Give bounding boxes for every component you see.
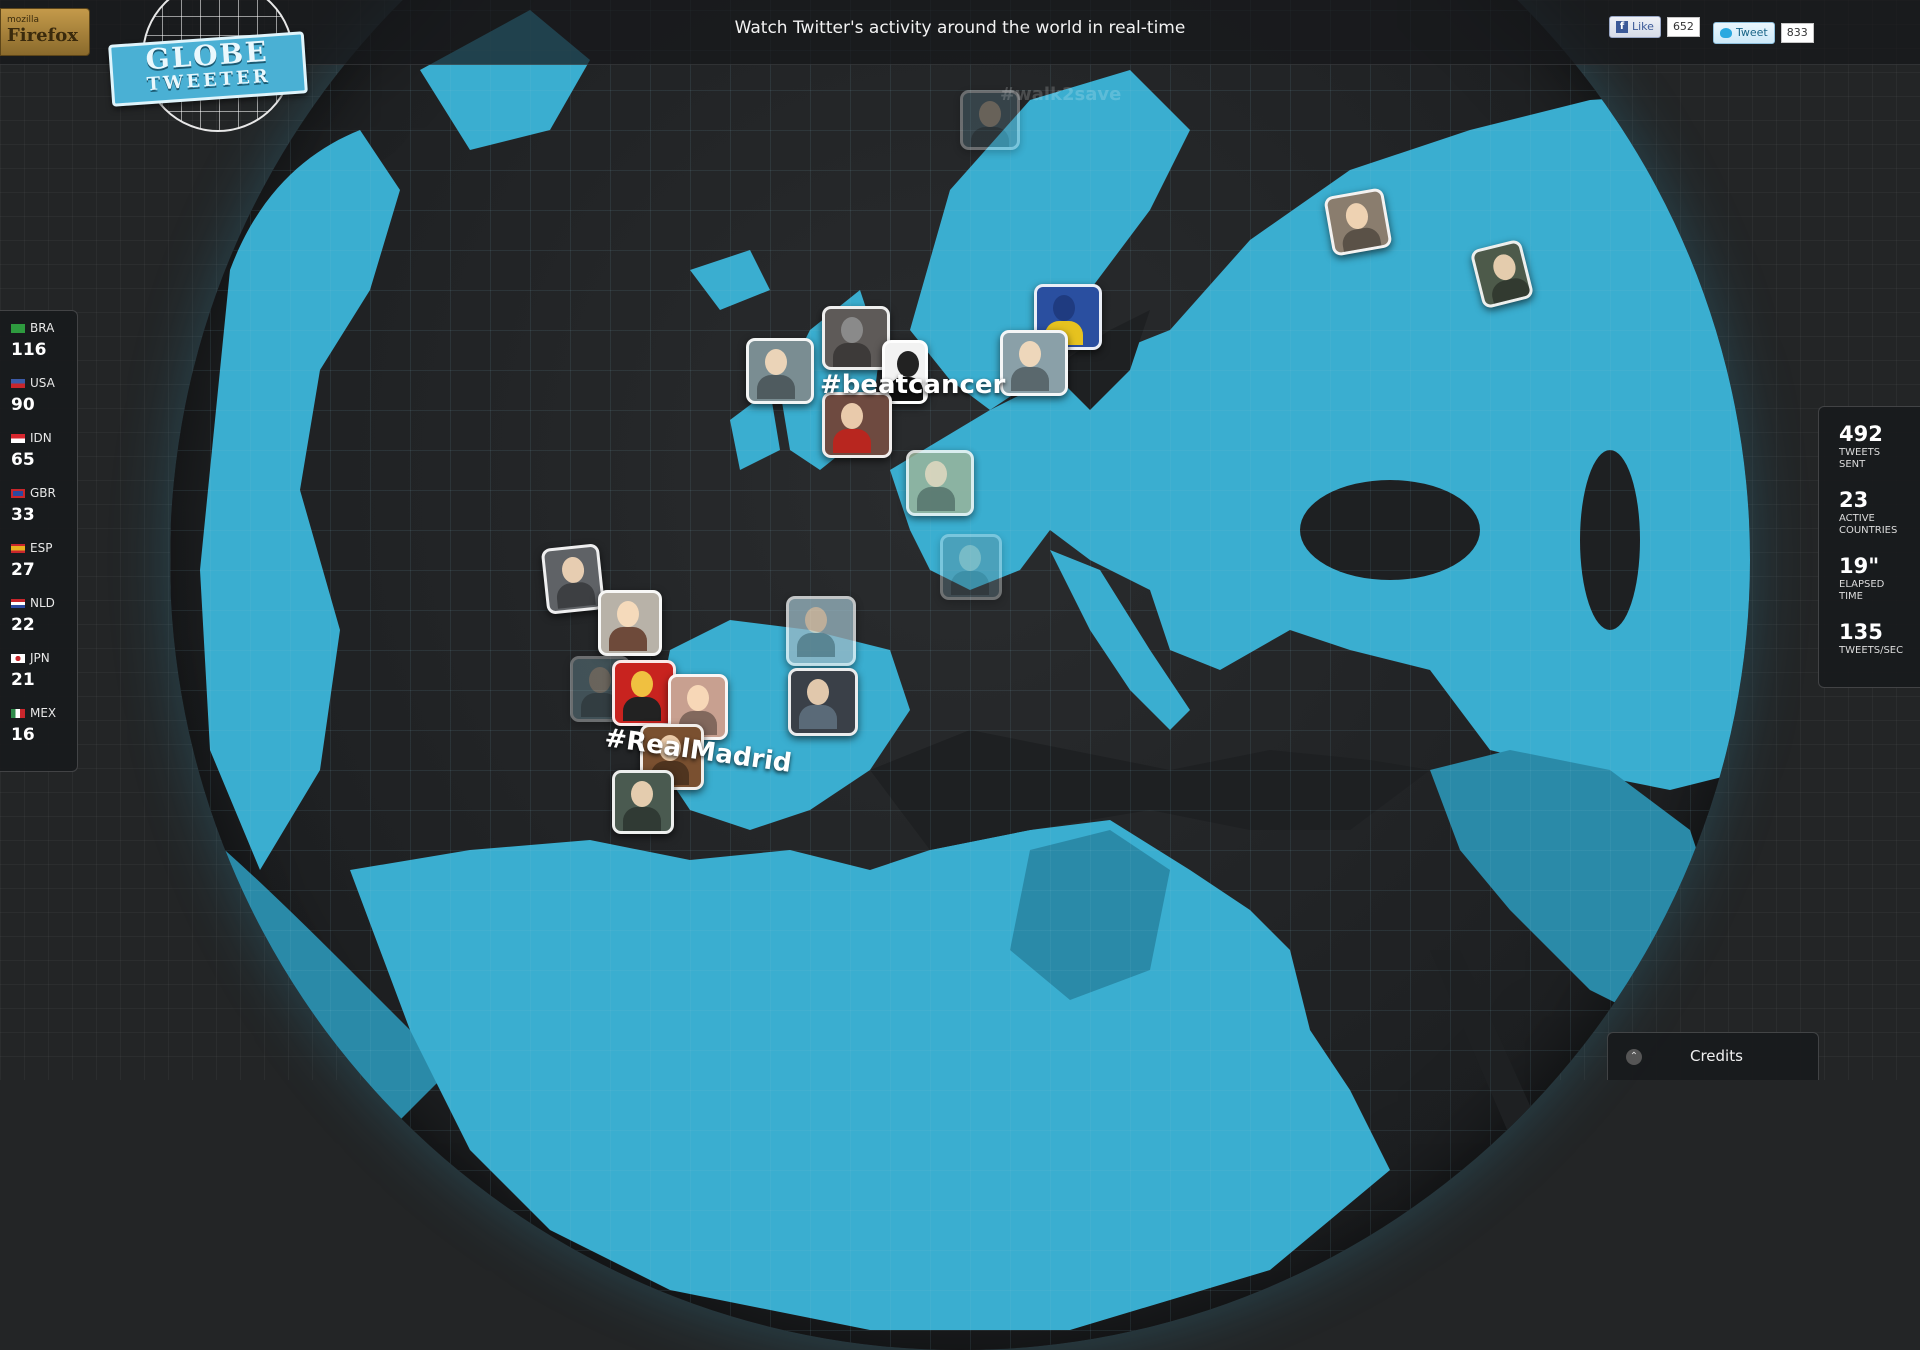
country-item[interactable]: MEX 16	[11, 704, 77, 759]
stat-value: 492	[1839, 422, 1883, 446]
country-item[interactable]: BRA 116	[11, 319, 77, 374]
stat-elapsed-time: 19" ELAPSED TIME	[1839, 553, 1920, 619]
flag-icon	[11, 653, 25, 663]
stat-label: ACTIVE COUNTRIES	[1839, 513, 1898, 536]
stat-value: 23	[1839, 488, 1869, 512]
country-count: 27	[11, 560, 35, 580]
tweet-avatar[interactable]	[786, 596, 856, 666]
stat-value: 135	[1839, 620, 1883, 644]
facebook-like-button[interactable]: f Like	[1609, 16, 1661, 38]
flag-icon	[11, 488, 25, 498]
flag-icon	[11, 598, 25, 608]
country-item[interactable]: IDN 65	[11, 429, 77, 484]
stat-value: 19"	[1839, 554, 1880, 578]
tweet-avatar[interactable]	[1000, 330, 1068, 396]
tweet-avatar[interactable]	[906, 450, 974, 516]
tweet-avatar[interactable]	[540, 543, 606, 615]
country-item[interactable]: JPN 21	[11, 649, 77, 704]
country-item[interactable]: ESP 27	[11, 539, 77, 594]
facebook-like-count: 652	[1666, 17, 1700, 37]
flag-icon	[11, 433, 25, 443]
country-code: GBR	[30, 486, 56, 500]
globe-map[interactable]	[170, 0, 1750, 1350]
tweet-avatar[interactable]	[822, 306, 890, 370]
stat-label: TWEETS SENT	[1839, 447, 1881, 470]
country-count: 65	[11, 450, 35, 470]
flag-icon	[11, 378, 25, 388]
country-count: 90	[11, 395, 35, 415]
hashtag-beatcancer[interactable]: #beatcancer	[820, 370, 1005, 400]
flag-icon	[11, 708, 25, 718]
tweet-count: 833	[1780, 23, 1814, 43]
country-count: 116	[11, 340, 47, 360]
tweet-avatar[interactable]	[598, 590, 662, 656]
stat-tweets-per-sec: 135 TWEETS/SEC	[1839, 619, 1920, 685]
country-count: 22	[11, 615, 35, 635]
country-count: 33	[11, 505, 35, 525]
flag-icon	[11, 543, 25, 553]
tweet-avatar[interactable]	[612, 770, 674, 834]
tweet-avatar[interactable]	[822, 392, 892, 458]
country-item[interactable]: USA 90	[11, 374, 77, 429]
stat-tweets-sent: 492 TWEETS SENT	[1839, 421, 1920, 487]
facebook-like-label: Like	[1632, 20, 1654, 33]
country-code: IDN	[30, 431, 52, 445]
twitter-bird-icon	[1720, 28, 1732, 38]
stat-active-countries: 23 ACTIVE COUNTRIES	[1839, 487, 1920, 553]
country-code: MEX	[30, 706, 57, 720]
facebook-like: f Like 652	[1609, 16, 1700, 38]
country-code: USA	[30, 376, 55, 390]
country-item[interactable]: NLD 22	[11, 594, 77, 649]
facebook-icon: f	[1616, 21, 1628, 33]
globe-tweeter-logo[interactable]: GLOBE TWEETER	[106, 0, 312, 140]
twitter-tweet: Tweet 833	[1713, 22, 1814, 44]
tweet-avatar[interactable]	[940, 534, 1002, 600]
chevron-up-icon[interactable]: ⌃	[1626, 1049, 1642, 1065]
country-count: 21	[11, 670, 35, 690]
stats-panel: 492 TWEETS SENT 23 ACTIVE COUNTRIES 19" …	[1818, 406, 1920, 688]
country-code: NLD	[30, 596, 55, 610]
country-item[interactable]: GBR 33	[11, 484, 77, 539]
tweet-avatar[interactable]	[788, 668, 858, 736]
tweet-label: Tweet	[1736, 26, 1768, 39]
country-count: 16	[11, 725, 35, 745]
stat-label: ELAPSED TIME	[1839, 579, 1885, 602]
country-ranking-panel: BRA 116 USA 90 IDN 65 GBR 33 ESP 27 NLD …	[0, 310, 78, 772]
landmass-map	[190, 10, 1750, 1330]
country-code: ESP	[30, 541, 53, 555]
tweet-avatar[interactable]	[746, 338, 814, 404]
flag-icon	[11, 323, 25, 333]
tweet-button[interactable]: Tweet	[1713, 22, 1775, 44]
tweet-avatar[interactable]	[1323, 187, 1393, 257]
tweet-avatar[interactable]	[612, 660, 676, 726]
credits-label: Credits	[1690, 1047, 1743, 1065]
credits-tab[interactable]: ⌃ Credits	[1607, 1032, 1819, 1080]
country-code: JPN	[30, 651, 50, 665]
stat-label: TWEETS/SEC	[1839, 645, 1904, 656]
country-code: BRA	[30, 321, 55, 335]
hashtag-ghost: #walk2save	[1000, 84, 1122, 105]
